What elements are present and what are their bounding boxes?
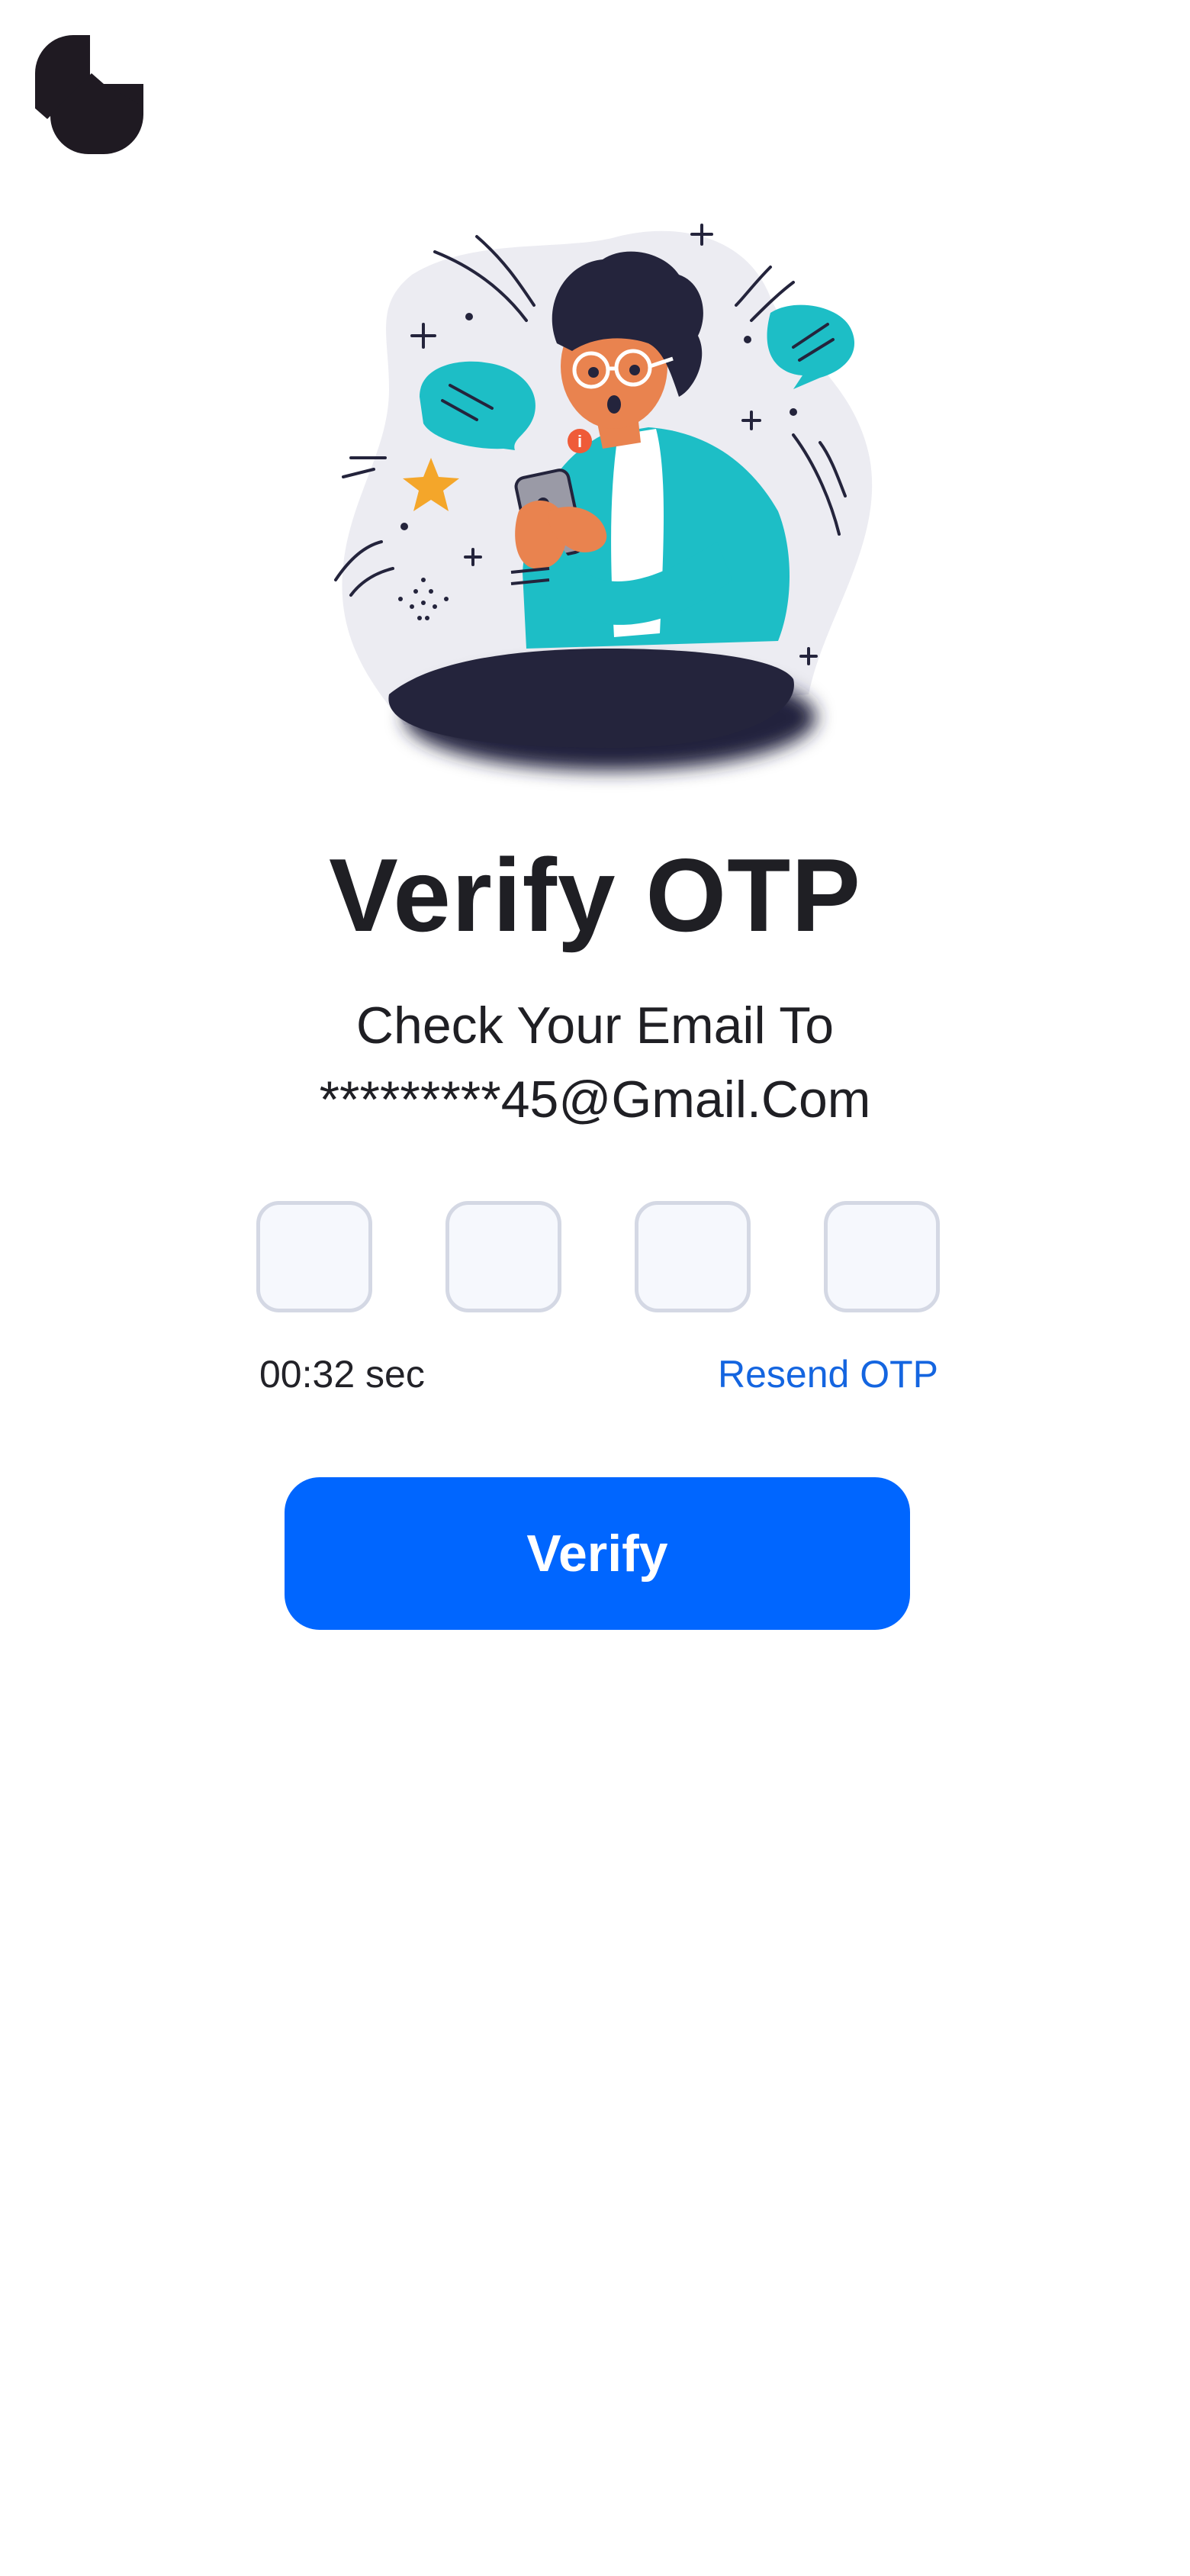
svg-text:i: i — [577, 432, 582, 451]
page-title: Verify OTP — [329, 837, 861, 953]
verify-button[interactable]: Verify — [285, 1477, 910, 1630]
otp-digit-3[interactable] — [635, 1201, 751, 1312]
otp-digit-4[interactable] — [824, 1201, 940, 1312]
masked-email: *********45@Gmail.Com — [319, 1071, 871, 1129]
otp-input-group — [256, 1201, 940, 1317]
countdown-timer: 00:32 sec — [259, 1353, 425, 1396]
otp-meta-row: 00:32 sec Resend OTP — [259, 1352, 938, 1396]
instruction-line-1: Check Your Email To — [355, 997, 835, 1055]
person-reading-phone-illustration: i — [320, 206, 885, 816]
otp-digit-1[interactable] — [256, 1201, 372, 1312]
resend-otp-link[interactable]: Resend OTP — [718, 1352, 938, 1396]
instruction-text: Check Your Email To *********45@Gmail.Co… — [0, 989, 1190, 1137]
otp-digit-2[interactable] — [445, 1201, 561, 1312]
brand-logo-icon — [35, 35, 143, 154]
